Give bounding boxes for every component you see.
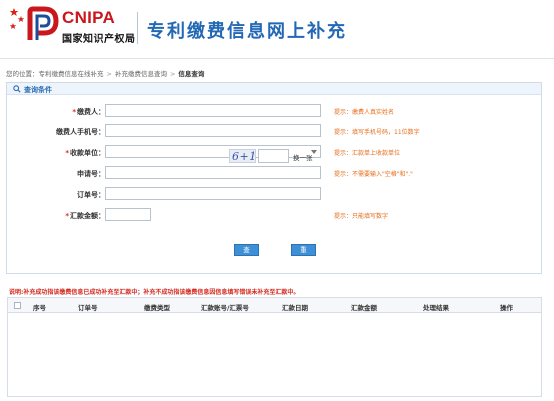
reset-button[interactable]: 重填: [291, 244, 316, 264]
amount-hint: 提示：只能填写数字: [334, 213, 389, 220]
results-table: 序号 订单号 缴费类型 汇款账号/汇票号 汇款日期 汇款金额 处理结果 操作: [7, 297, 542, 397]
captcha-refresh-link[interactable]: 换一张: [293, 152, 313, 162]
query-panel: 查询条件 *缴费人： 提示：缴费人真实姓名 缴费人手机号： 提示：填写手机号码，…: [6, 82, 542, 274]
order-no-row: 订单号：: [7, 187, 543, 201]
payer-row: *缴费人： 提示：缴费人真实姓名: [7, 104, 543, 118]
payer-hint: 提示：缴费人真实姓名: [334, 109, 395, 116]
breadcrumb-separator: >: [106, 70, 112, 78]
payee-hint: 提示：汇款单上收款单位: [334, 150, 401, 157]
breadcrumb-prefix: 您的位置：: [6, 70, 39, 78]
application-no-label: 申请号：: [77, 170, 105, 178]
required-mark: *: [65, 149, 69, 157]
col-fee-type: 缴费类型: [144, 304, 170, 312]
col-remit-account: 汇款账号/汇票号: [201, 304, 249, 312]
payer-phone-row: 缴费人手机号： 提示：填写手机号码，11位数字: [7, 124, 543, 138]
query-panel-title: 查询条件: [24, 86, 52, 94]
captcha-image[interactable]: 6+1: [229, 149, 256, 163]
application-no-row: 申请号： 提示：不需要输入"空格"和".": [7, 166, 543, 180]
site-header: CNIPA 国家知识产权局 专利缴费信息网上补充: [0, 0, 554, 59]
breadcrumb-item-query-supplement[interactable]: 补充缴费信息查询: [115, 70, 167, 78]
results-notice: 说明:补充成功指该缴费信息已成功补充至汇款中；补充不成功指该缴费信息因信息填写错…: [9, 289, 300, 296]
order-no-label: 订单号：: [77, 191, 105, 199]
payer-phone-input[interactable]: [105, 124, 321, 137]
col-remit-amount: 汇款金额: [351, 304, 377, 312]
results-table-header: 序号 订单号 缴费类型 汇款账号/汇票号 汇款日期 汇款金额 处理结果 操作: [8, 298, 541, 313]
header-bottom-line: [0, 58, 554, 59]
logo-text-en: CNIPA: [62, 8, 116, 27]
amount-label: *汇款金额：: [65, 212, 105, 220]
cnipa-logo-icon: [27, 6, 59, 40]
col-result: 处理结果: [423, 304, 449, 312]
col-index: 序号: [33, 304, 46, 312]
query-button[interactable]: 查询: [234, 244, 259, 264]
payer-phone-hint: 提示：填写手机号码，11位数字: [334, 129, 420, 136]
header-divider: [137, 12, 138, 44]
payer-phone-label: 缴费人手机号：: [56, 128, 105, 136]
logo-text-cn: 国家知识产权局: [62, 34, 136, 45]
application-no-hint: 提示：不需要输入"空格"和".": [334, 171, 413, 178]
page-title: 专利缴费信息网上补充: [147, 21, 347, 42]
required-mark: *: [72, 108, 76, 116]
amount-input[interactable]: [105, 208, 151, 221]
search-icon: [13, 85, 21, 93]
query-panel-header: 查询条件: [7, 83, 541, 95]
payer-label: *缴费人：: [72, 108, 105, 116]
order-no-input[interactable]: [105, 187, 321, 200]
select-all-checkbox[interactable]: [14, 302, 21, 309]
col-order-no: 订单号: [78, 304, 98, 312]
breadcrumb: 您的位置：专利缴费信息在线补充 > 补充缴费信息查询 > 信息查询: [6, 68, 204, 78]
col-action: 操作: [500, 304, 513, 312]
required-mark: *: [65, 212, 69, 220]
breadcrumb-separator: >: [169, 70, 176, 78]
application-no-input[interactable]: [105, 166, 321, 179]
payer-input[interactable]: [105, 104, 321, 117]
col-remit-date: 汇款日期: [282, 304, 308, 312]
breadcrumb-item-online-supplement[interactable]: 专利缴费信息在线补充: [39, 70, 104, 78]
payee-label: *收款单位：: [65, 149, 105, 157]
amount-row: *汇款金额： 提示：只能填写数字: [7, 208, 543, 222]
captcha-input[interactable]: [258, 149, 289, 163]
breadcrumb-item-current: 信息查询: [178, 70, 205, 78]
